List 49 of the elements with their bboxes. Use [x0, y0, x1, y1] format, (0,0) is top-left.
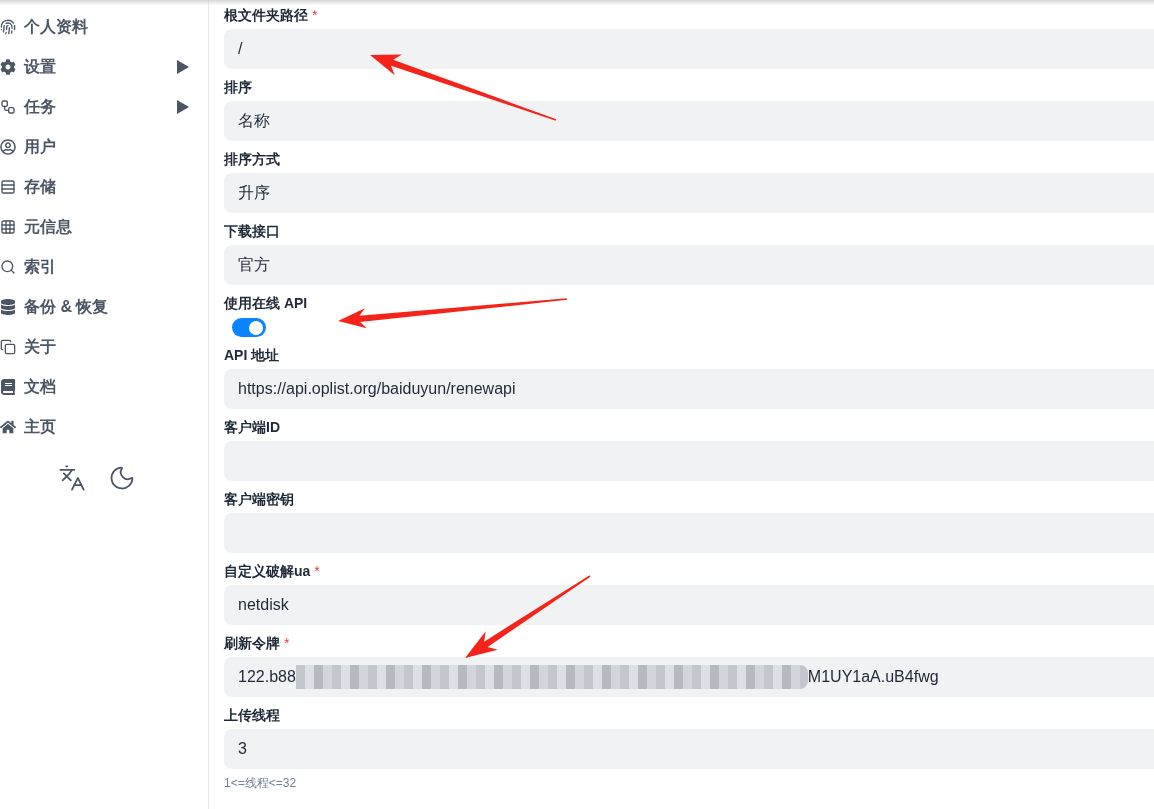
- help-text: 1<=线程<=32: [224, 775, 298, 791]
- rows-icon: [0, 179, 16, 195]
- search-icon: [0, 259, 16, 275]
- required-mark: *: [314, 562, 320, 581]
- input-field[interactable]: 升序: [224, 173, 1154, 213]
- moon-icon: [108, 464, 136, 492]
- input-field[interactable]: 名称: [224, 101, 1154, 141]
- sidebar-item[interactable]: 设置: [0, 47, 208, 87]
- required-mark: *: [284, 634, 290, 653]
- input-field[interactable]: 122.b88 M1UY1aA.uB4fwg: [224, 657, 1154, 697]
- input-field[interactable]: https://api.oplist.org/baiduyun/renewapi: [224, 369, 1154, 409]
- input-field[interactable]: 官方: [224, 245, 1154, 285]
- field-label: 排序方式: [224, 150, 280, 169]
- translate-icon: [58, 464, 86, 492]
- workflow-icon: [0, 99, 16, 115]
- sidebar-item[interactable]: 主页: [0, 407, 208, 447]
- field-label: 自定义破解ua: [224, 562, 311, 581]
- input-field[interactable]: netdisk: [224, 585, 1154, 625]
- sidebar-item[interactable]: 关于: [0, 327, 208, 367]
- gear-icon: [0, 59, 16, 75]
- sidebar-item[interactable]: 任务: [0, 87, 208, 127]
- copy-icon: [0, 339, 16, 355]
- input-field[interactable]: 3: [224, 729, 1154, 769]
- grid-icon: [0, 219, 16, 235]
- sidebar-item[interactable]: 个人资料: [0, 7, 208, 47]
- field-label: 客户端密钥: [224, 490, 294, 509]
- field-label: 刷新令牌: [224, 634, 280, 653]
- sidebar-item[interactable]: 存储: [0, 167, 208, 207]
- sidebar-item[interactable]: 元信息: [0, 207, 208, 247]
- theme-button[interactable]: [108, 464, 136, 492]
- language-button[interactable]: [58, 464, 86, 492]
- sidebar-item[interactable]: 文档: [0, 367, 208, 407]
- required-mark: *: [312, 6, 318, 25]
- toggle-switch[interactable]: [232, 318, 266, 337]
- field-label: 使用在线 API: [224, 294, 308, 313]
- field-label: 排序: [224, 78, 252, 97]
- field-label: API 地址: [224, 346, 280, 365]
- sidebar-item[interactable]: 用户: [0, 127, 208, 167]
- field-label: 下载接口: [224, 222, 280, 241]
- sidebar-item[interactable]: 备份 & 恢复: [0, 287, 208, 327]
- book-icon: [0, 379, 16, 395]
- sidebar-item[interactable]: 索引: [0, 247, 208, 287]
- fingerprint-icon: [0, 19, 16, 35]
- field-label: 根文件夹路径: [224, 6, 308, 25]
- input-field[interactable]: /: [224, 29, 1154, 69]
- field-label: 上传线程: [224, 706, 280, 725]
- field-label: 客户端ID: [224, 418, 280, 437]
- home-icon: [0, 419, 16, 435]
- database-icon: [0, 299, 16, 315]
